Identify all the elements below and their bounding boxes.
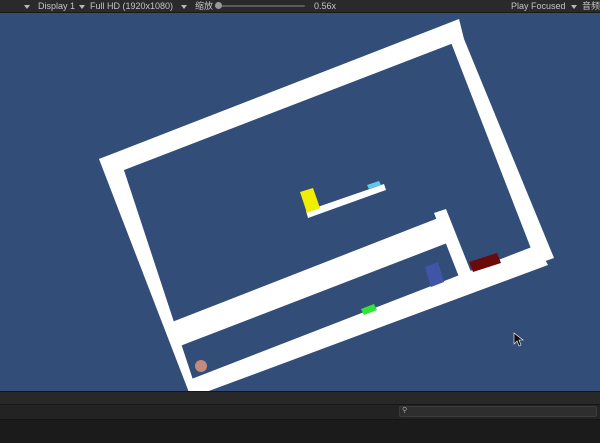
scale-slider-thumb[interactable] (215, 2, 222, 9)
resolution-dropdown[interactable]: Full HD (1920x1080) (90, 0, 173, 12)
player-ball (195, 360, 207, 372)
scale-slider-track[interactable] (219, 5, 305, 7)
chevron-down-icon (181, 4, 187, 9)
outer-wall-top (99, 19, 464, 175)
audio-toggle[interactable]: 音频 (582, 0, 600, 12)
chevron-down-icon (571, 4, 577, 9)
inner-shelf (172, 215, 455, 346)
chevron-down-icon (79, 4, 85, 9)
floating-platform (306, 184, 386, 218)
search-icon: ⚲ (402, 407, 408, 414)
panel-content (0, 419, 600, 443)
display-dropdown-caret[interactable] (24, 0, 30, 12)
play-mode-caret[interactable] (571, 0, 577, 12)
scale-value: 0.56x (314, 1, 337, 11)
display-dropdown[interactable]: Display 1 (38, 0, 75, 12)
chevron-down-icon (24, 4, 30, 9)
outer-wall-left (99, 152, 197, 391)
game-viewport[interactable] (0, 13, 600, 391)
resolution-dropdown-caret[interactable] (79, 0, 85, 12)
panel-tab-bar (0, 391, 600, 404)
play-mode-dropdown[interactable]: Play Focused (511, 0, 566, 12)
outer-wall-right (445, 27, 554, 264)
game-scene (99, 19, 554, 391)
mouse-pointer-icon (513, 332, 524, 347)
game-view-toolbar: Display 1 Full HD (1920x1080) 缩放 0.56x P… (0, 0, 600, 13)
search-field[interactable] (399, 406, 597, 417)
scale-label: 缩放 (195, 1, 214, 11)
resolution-caret[interactable] (181, 0, 187, 12)
